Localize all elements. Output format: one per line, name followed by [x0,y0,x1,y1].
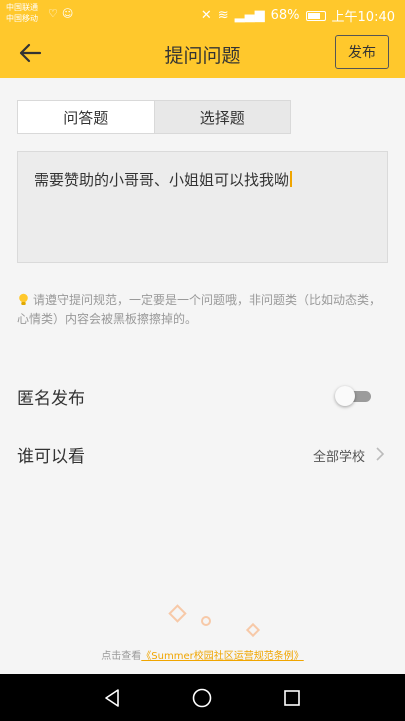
signal-icon: ▂▄▆ [234,8,265,23]
nav-recents-icon [284,690,300,706]
posting-notice: 请遵守提问规范，一定要是一个问题哦，非问题类（比如动态类，心情类）内容会被黑板擦… [17,291,389,329]
app-notification-icon: ☺ [61,7,74,20]
visibility-label: 谁可以看 [17,446,85,467]
chevron-right-icon [376,447,385,461]
visibility-row[interactable]: 谁可以看 全部学校 [0,432,405,476]
clock: 上午10:40 [331,10,395,25]
status-bar: 中国联通 中国移动 ♡ ☺ ✕ ≋ ▂▄▆ 68% 上午10:40 [0,0,405,28]
nav-home-button[interactable] [188,684,216,712]
header: 提问问题 发布 [0,28,405,78]
system-status: ✕ ≋ ▂▄▆ 68% 上午10:40 [201,6,395,25]
nav-back-button[interactable] [98,684,126,712]
nav-home-icon [192,688,212,708]
notification-icons: ♡ ☺ [48,7,73,20]
system-nav-bar [0,674,405,721]
question-input-text: 需要赞助的小哥哥、小姐姐可以找我呦 [34,171,290,189]
footer-guidelines: 点击查看《Summer校园社区运营规范条例》 [0,647,405,662]
carrier-info: 中国联通 中国移动 [6,2,38,24]
lightbulb-icon [19,293,28,305]
publish-button[interactable]: 发布 [335,35,389,69]
visibility-value: 全部学校 [312,450,365,465]
toggle-knob [335,386,355,406]
carrier-2: 中国移动 [6,14,38,23]
guidelines-link[interactable]: 《Summer校园社区运营规范条例》 [141,651,303,662]
tab-multiple-choice[interactable]: 选择题 [153,101,290,133]
notice-text: 请遵守提问规范，一定要是一个问题哦，非问题类（比如动态类，心情类）内容会被黑板擦… [17,293,382,326]
question-input[interactable]: 需要赞助的小哥哥、小姐姐可以找我呦 [17,151,388,263]
question-type-tabs: 问答题 选择题 [17,100,291,134]
battery-icon [305,10,326,21]
tab-qa[interactable]: 问答题 [18,101,154,133]
footer-prefix: 点击查看 [101,651,142,662]
shield-icon: ♡ [48,7,58,20]
wifi-icon: ≋ [217,8,229,23]
battery-percent: 68% [270,8,300,23]
nav-recents-button[interactable] [278,684,306,712]
nav-back-icon [105,689,119,707]
anonymous-label: 匿名发布 [17,388,85,409]
carrier-1: 中国联通 [6,3,38,12]
anonymous-toggle[interactable] [335,386,375,406]
decorative-shapes [168,604,261,638]
anonymous-row: 匿名发布 [0,374,405,418]
mute-icon: ✕ [200,8,212,23]
text-caret [290,171,293,187]
